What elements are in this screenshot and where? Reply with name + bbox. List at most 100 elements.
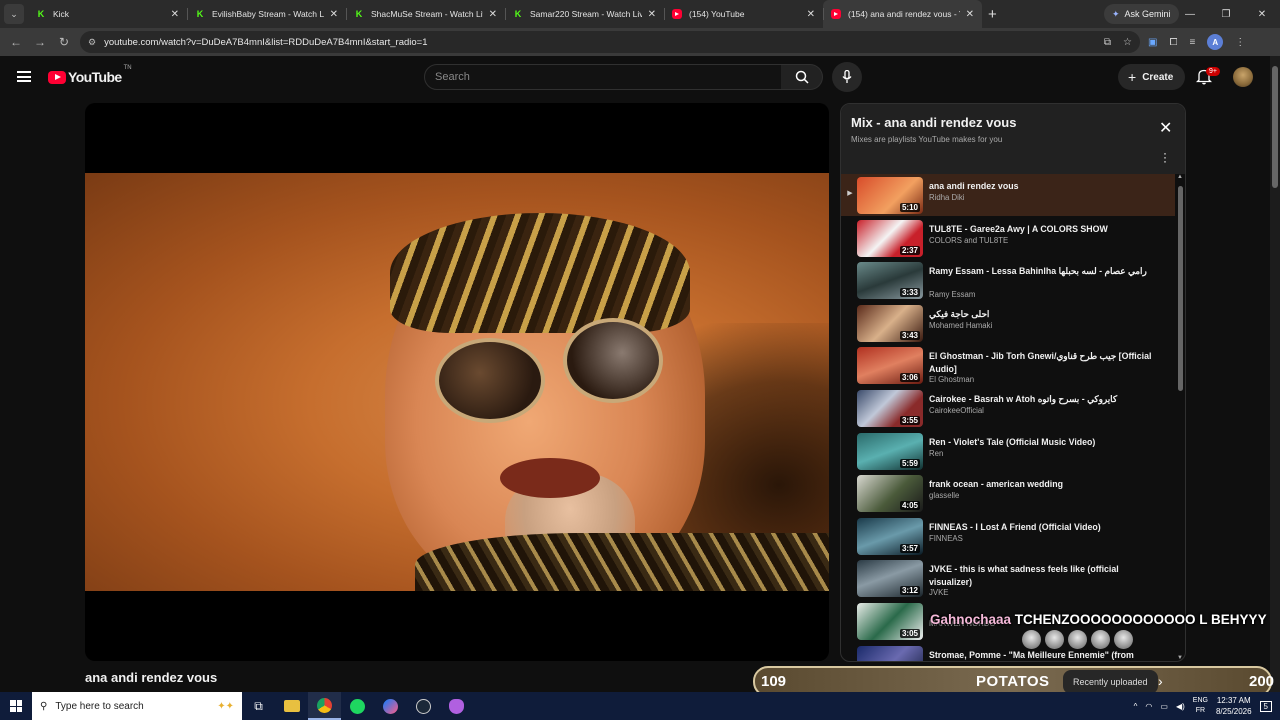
media-controls-icon[interactable]: ≡	[1189, 37, 1195, 48]
playlist-item[interactable]: 4:05 frank ocean - american wedding glasse…	[841, 472, 1175, 514]
playlist-thumbnail[interactable]: 3:12	[857, 560, 923, 597]
search-placeholder: Search	[435, 71, 470, 83]
taskbar-search-icon: ⚲	[40, 700, 48, 712]
search-button[interactable]	[781, 64, 823, 90]
playlist-thumbnail[interactable]: 3:57	[857, 518, 923, 555]
steam-icon[interactable]	[407, 692, 440, 720]
close-tab-icon[interactable]: ✕	[648, 9, 656, 20]
page-scrollbar-thumb[interactable]	[1272, 66, 1278, 188]
browser-tab[interactable]: K Samar220 Stream - Watch Live ✕	[505, 0, 664, 28]
video-frame[interactable]	[85, 173, 829, 591]
taskbar-search-box[interactable]: ⚲ Type here to search ✦✦	[32, 692, 242, 720]
back-icon[interactable]: ←	[4, 35, 28, 49]
browser-tab[interactable]: K EvilishBaby Stream - Watch Live ✕	[187, 0, 346, 28]
bookmark-star-icon[interactable]: ☆	[1123, 37, 1132, 48]
close-tab-icon[interactable]: ✕	[171, 9, 179, 20]
playlist-thumbnail[interactable]: 5:59	[857, 433, 923, 470]
playlist-item[interactable]: 3:12 JVKE - this is what sadness feels li…	[841, 557, 1175, 599]
volume-icon[interactable]: ◀)	[1176, 702, 1185, 711]
install-app-icon[interactable]: ⧉	[1104, 37, 1111, 48]
profile-avatar[interactable]: A	[1207, 34, 1224, 50]
playlist-thumbnail[interactable]: 3:55	[857, 390, 923, 427]
site-info-icon[interactable]: ⚙	[88, 37, 96, 48]
kick-icon: K	[37, 9, 45, 19]
restore-icon[interactable]: ❐	[1208, 0, 1244, 28]
playlist-item[interactable]: 2:37 TUL8TE - Garee2a Awy | A COLORS SHOW…	[841, 217, 1175, 259]
close-playlist-icon[interactable]: ✕	[1159, 118, 1172, 138]
close-tab-icon[interactable]: ✕	[330, 9, 338, 20]
minimize-icon[interactable]: —	[1172, 0, 1208, 28]
youtube-logo[interactable]: YouTube TN	[48, 65, 132, 85]
reload-icon[interactable]: ↻	[52, 35, 76, 49]
playlist-thumbnail[interactable]: 3:06	[857, 347, 923, 384]
spotify-icon[interactable]	[341, 692, 374, 720]
playlist-item[interactable]: 5:59 Ren - Violet's Tale (Official Music …	[841, 430, 1175, 472]
chrome-icon[interactable]	[308, 692, 341, 720]
playlist-thumbnail[interactable]: 2:37	[857, 220, 923, 257]
tray-chevron-icon[interactable]: ^	[1134, 702, 1138, 711]
browser-tab[interactable]: (154) YouTube ✕	[664, 0, 823, 28]
new-tab-button[interactable]: +	[988, 6, 997, 23]
search-input[interactable]: Search	[424, 64, 782, 90]
task-view-icon[interactable]: ⧉	[242, 692, 275, 720]
chip-label: Recently uploaded	[1073, 677, 1148, 687]
video-player[interactable]	[85, 103, 829, 661]
duration-badge: 3:12	[899, 586, 920, 595]
address-bar[interactable]: ⚙ youtube.com/watch?v=DuDeA7B4mnI&list=R…	[80, 31, 1140, 53]
youtube-play-icon	[48, 70, 66, 84]
playlist-thumbnail[interactable]: 5:10	[857, 177, 923, 214]
close-tab-icon[interactable]: ✕	[489, 9, 497, 20]
recently-uploaded-chip[interactable]: Recently uploaded	[1063, 670, 1158, 694]
playlist-item[interactable]: ▶ 5:10 ana andi rendez vous Ridha Diki	[841, 174, 1175, 216]
voice-search-button[interactable]	[832, 62, 862, 92]
wifi-icon[interactable]: ◠	[1145, 702, 1152, 711]
system-clock[interactable]: 12:37 AM 8/25/2026	[1216, 695, 1252, 717]
app-icon[interactable]	[440, 692, 473, 720]
start-button[interactable]	[0, 692, 32, 720]
playlist-item[interactable]: 3:55 Cairokee - Basrah w Atoh كايروكي - ب…	[841, 387, 1175, 429]
playlist-header: Mix - ana andi rendez vous Mixes are pla…	[841, 104, 1185, 174]
create-button[interactable]: + Create	[1118, 64, 1186, 90]
tab-search-button[interactable]: ⌄	[4, 4, 24, 24]
close-tab-icon[interactable]: ✕	[966, 9, 974, 20]
playlist-item[interactable]: 3:43 احلى حاجة فيكي Mohamed Hamaki	[841, 302, 1175, 344]
messenger-icon[interactable]	[374, 692, 407, 720]
file-explorer-icon[interactable]	[275, 692, 308, 720]
playlist-item-channel: JVKE	[929, 588, 949, 597]
scroll-up-icon[interactable]: ▲	[1177, 174, 1183, 180]
battery-icon[interactable]: ▭	[1160, 702, 1168, 711]
account-avatar[interactable]	[1233, 67, 1253, 87]
playlist-thumbnail[interactable]: 4:05	[857, 475, 923, 512]
browser-tab[interactable]: K Kick ✕	[28, 0, 187, 28]
ask-gemini-button[interactable]: ✦ Ask Gemini	[1104, 4, 1179, 24]
scroll-down-icon[interactable]: ▼	[1177, 655, 1183, 661]
playlist-scrollbar[interactable]: ▲ ▼	[1176, 174, 1185, 661]
extension-icon[interactable]: ▣	[1148, 37, 1157, 48]
notification-center-icon[interactable]: 5	[1259, 700, 1272, 712]
playlist-more-icon[interactable]: · · ·	[1163, 147, 1167, 167]
playlist-item[interactable]: 3:33 Ramy Essam - Lessa Bahinlha رامي عصا…	[841, 259, 1175, 301]
close-window-icon[interactable]: ✕	[1244, 0, 1280, 28]
menu-kebab-icon[interactable]: ⋮	[1235, 37, 1245, 48]
chips-next-icon[interactable]: ›	[1158, 673, 1163, 689]
hamburger-menu-icon[interactable]	[17, 71, 31, 82]
forward-icon[interactable]: →	[28, 35, 52, 49]
tab-title: Samar220 Stream - Watch Live	[530, 9, 642, 19]
playlist-scrollbar-thumb[interactable]	[1178, 186, 1183, 391]
playlist-item[interactable]: 3:06 El Ghostman - Jib Torh Gnewi/جيب طرح…	[841, 344, 1175, 386]
playlist-item[interactable]: 3:57 FINNEAS - I Lost A Friend (Official …	[841, 515, 1175, 557]
lang-bottom: FR	[1195, 707, 1206, 714]
playlist-title[interactable]: Mix - ana andi rendez vous	[851, 115, 1016, 130]
playlist-item-channel: Ridha Diki	[929, 193, 965, 202]
playlist-thumbnail[interactable]: 3:43	[857, 305, 923, 342]
page-scrollbar[interactable]	[1270, 56, 1280, 692]
browser-tab[interactable]: K ShacMuSe Stream - Watch Live ✕	[346, 0, 505, 28]
browser-tab[interactable]: (154) ana andi rendez vous - Yo ✕	[823, 0, 982, 28]
playlist-thumbnail[interactable]	[857, 646, 923, 661]
extensions-puzzle-icon[interactable]: ⧠	[1169, 37, 1177, 48]
input-language[interactable]: ENG FR	[1193, 696, 1208, 716]
playlist-thumbnail[interactable]: 3:05	[857, 603, 923, 640]
close-tab-icon[interactable]: ✕	[807, 9, 815, 20]
playlist-item-title: Stromae, Pomme - "Ma Meilleure Ennemie" …	[929, 650, 1134, 660]
playlist-thumbnail[interactable]: 3:33	[857, 262, 923, 299]
